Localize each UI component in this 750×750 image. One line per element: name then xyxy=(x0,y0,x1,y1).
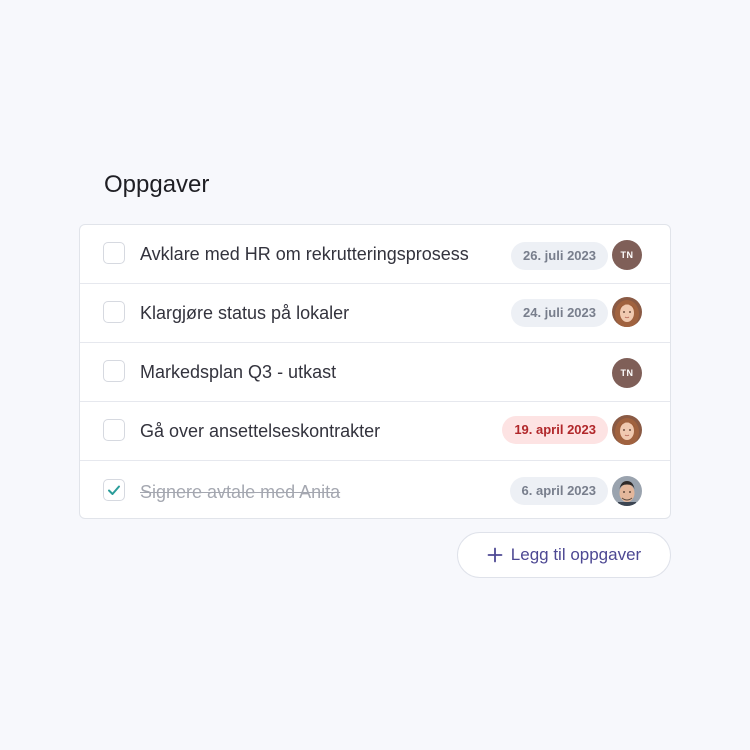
assignee-avatar[interactable]: TN xyxy=(612,240,642,270)
task-checkbox[interactable] xyxy=(103,419,125,441)
assignee-avatar[interactable] xyxy=(612,476,642,506)
task-label[interactable]: Avklare med HR om rekrutteringsprosess xyxy=(140,243,469,265)
task-list: Avklare med HR om rekrutteringsprosess 2… xyxy=(79,224,671,519)
due-date-badge: 6. april 2023 xyxy=(509,477,608,505)
task-row: Avklare med HR om rekrutteringsprosess 2… xyxy=(80,225,670,284)
page-title: Oppgaver xyxy=(104,171,210,198)
task-checkbox[interactable] xyxy=(103,360,125,382)
task-row: Markedsplan Q3 - utkast TN xyxy=(80,343,670,402)
task-label[interactable]: Markedsplan Q3 - utkast xyxy=(140,361,336,383)
task-label[interactable]: Klargjøre status på lokaler xyxy=(140,302,349,324)
due-date-badge-overdue: 19. april 2023 xyxy=(502,416,608,444)
task-row: Gå over ansettelseskontrakter 19. april … xyxy=(80,402,670,461)
assignee-avatar[interactable] xyxy=(612,415,642,445)
man-photo-icon xyxy=(612,476,642,506)
task-checkbox[interactable] xyxy=(103,301,125,323)
assignee-avatar[interactable]: TN xyxy=(612,358,642,388)
task-label[interactable]: Signere avtale med Anita xyxy=(140,481,340,503)
plus-icon xyxy=(487,547,503,563)
add-tasks-button[interactable]: Legg til oppgaver xyxy=(457,532,671,578)
task-checkbox-checked[interactable] xyxy=(103,479,125,501)
woman-photo-icon xyxy=(612,297,642,327)
task-row: Signere avtale med Anita 6. april 2023 xyxy=(80,461,670,518)
task-label[interactable]: Gå over ansettelseskontrakter xyxy=(140,420,380,442)
task-checkbox[interactable] xyxy=(103,242,125,264)
due-date-badge: 26. juli 2023 xyxy=(511,242,608,270)
add-tasks-label: Legg til oppgaver xyxy=(510,545,642,564)
due-date-badge: 24. juli 2023 xyxy=(511,299,608,327)
assignee-avatar[interactable] xyxy=(612,297,642,327)
task-row: Klargjøre status på lokaler 24. juli 202… xyxy=(80,284,670,343)
checkmark-icon xyxy=(108,485,120,495)
woman-photo-icon xyxy=(612,415,642,445)
